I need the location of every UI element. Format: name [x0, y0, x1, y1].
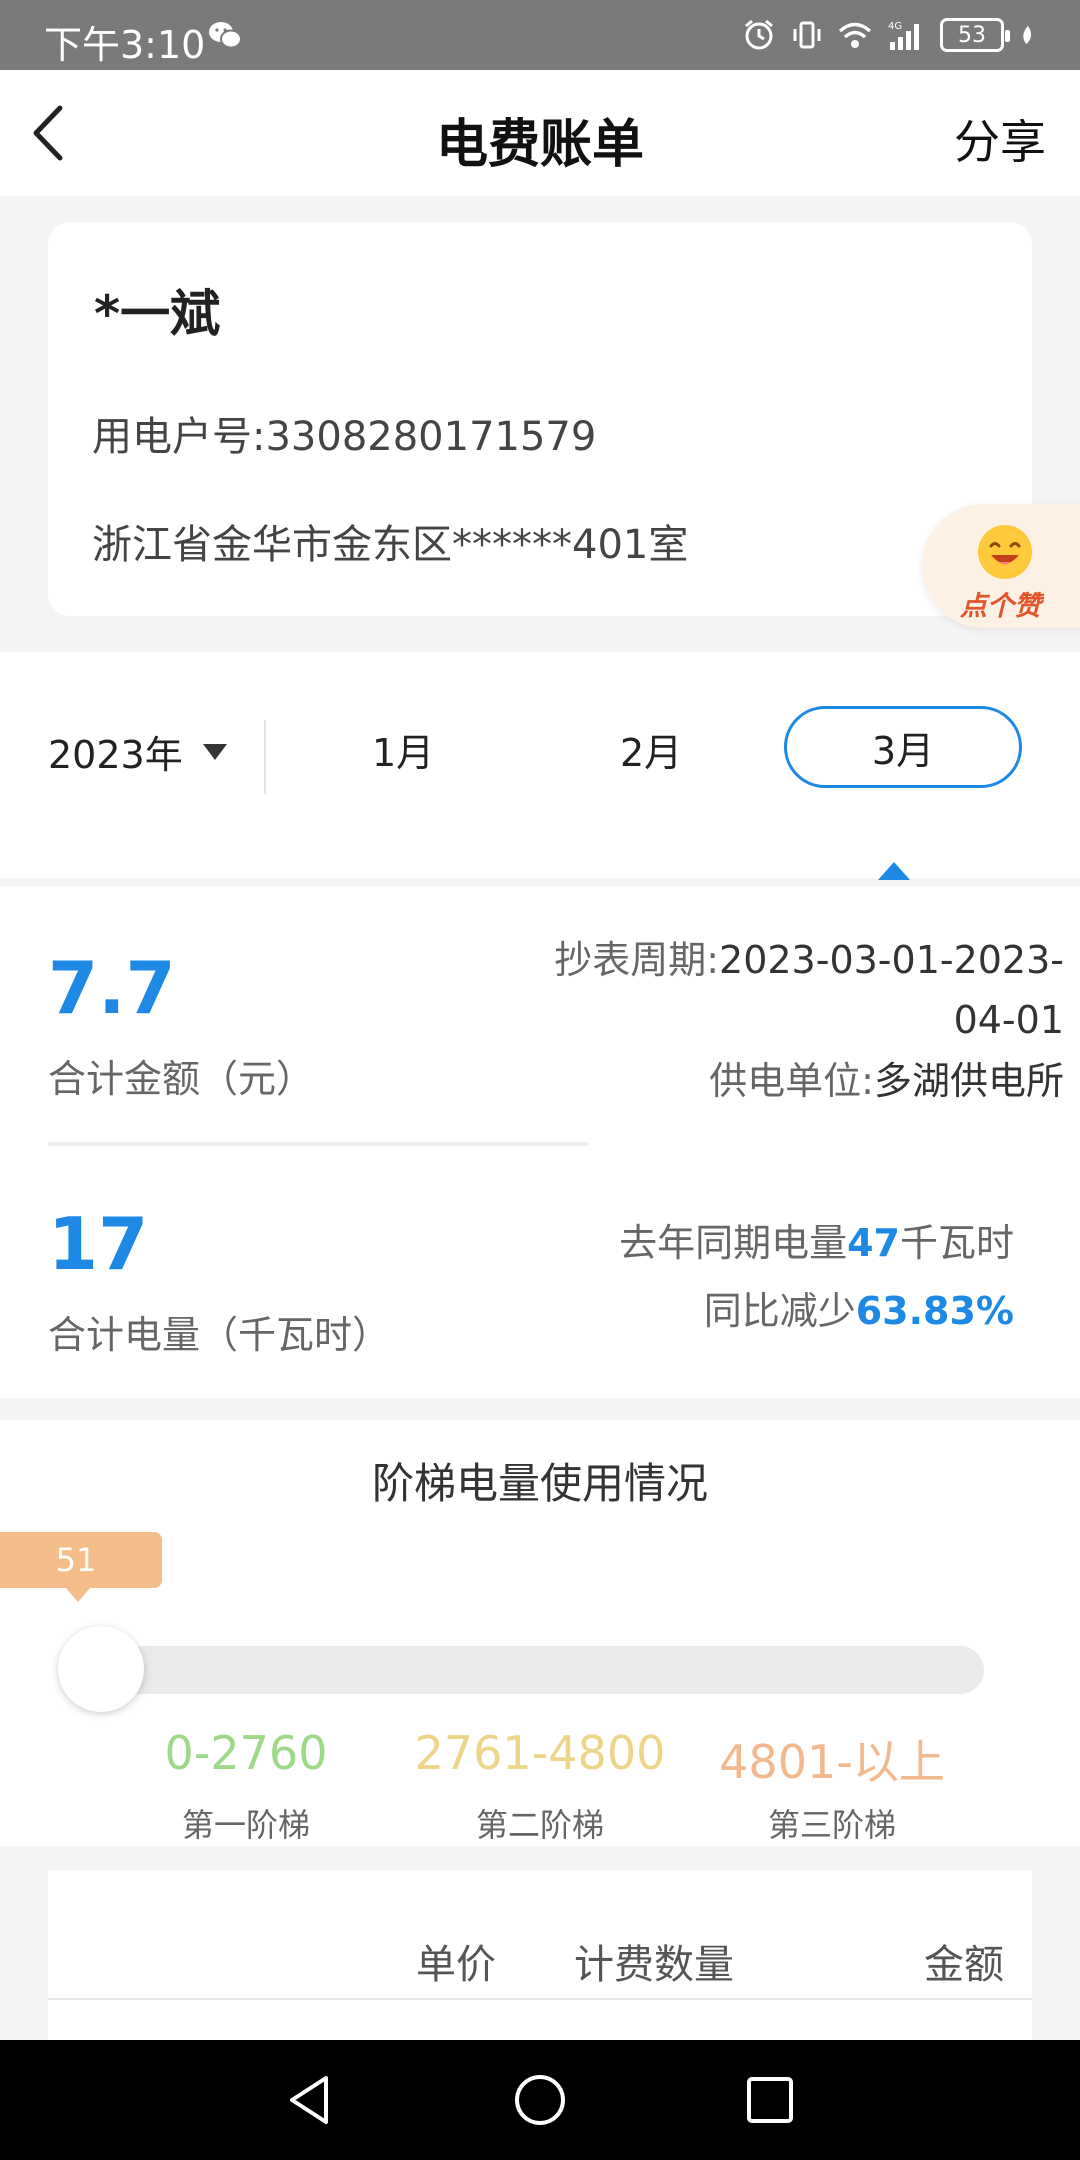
- last-year-value: 47: [847, 1221, 900, 1265]
- system-back-icon[interactable]: [282, 2072, 338, 2128]
- col-header-quantity: 计费数量: [574, 1942, 734, 1988]
- yoy-value: 63.83%: [855, 1289, 1014, 1333]
- col-header-unit-price: 单价: [416, 1942, 496, 1988]
- page-title: 电费账单: [435, 115, 644, 175]
- tier2-label: 第二阶梯: [475, 1806, 604, 1844]
- month-selector: 2023年 1月 2月 3月: [0, 652, 1080, 880]
- wechat-icon: [209, 22, 242, 49]
- tier-title: 阶梯电量使用情况: [371, 1459, 708, 1508]
- user-name: *一斌: [94, 285, 221, 343]
- system-recents-icon[interactable]: [742, 2072, 798, 2128]
- year-over-year: 同比减少63.83%: [704, 1280, 1014, 1335]
- selected-pointer-icon: [878, 862, 910, 880]
- network-type-label: 4G: [888, 21, 902, 32]
- battery-icon: 53: [940, 18, 1010, 52]
- tier3-label: 第三阶梯: [767, 1806, 896, 1844]
- like-label: 点个赞: [960, 591, 1041, 622]
- status-time: 下午3:10: [44, 23, 206, 67]
- divider: [264, 720, 266, 794]
- user-address: 浙江省金华市金东区******401室: [92, 522, 689, 568]
- bubble-tip: [66, 1588, 90, 1602]
- divider: [48, 1142, 588, 1146]
- last-year-unit: 千瓦时: [899, 1221, 1014, 1265]
- tier-usage-section: 阶梯电量使用情况 51 0-2760 2761-4800 4801-以上 第一阶…: [0, 1420, 1080, 1846]
- dropdown-triangle-icon: [202, 743, 227, 760]
- like-button[interactable]: 点个赞: [922, 504, 1080, 628]
- table-divider: [48, 1998, 1032, 2000]
- year-label: 2023年: [48, 733, 183, 777]
- tier1-label: 第一阶梯: [181, 1806, 310, 1844]
- current-value-bubble: 51: [0, 1532, 162, 1588]
- supplier-label: 供电单位:: [709, 1059, 874, 1103]
- tier-progress-track: [60, 1646, 984, 1694]
- last-year-usage: 去年同期电量47千瓦时: [619, 1212, 1014, 1267]
- total-amount-label: 合计金额（元）: [48, 1057, 315, 1101]
- tier-slider-knob: [58, 1626, 144, 1712]
- user-info-card: *一斌 用电户号:3308280171579 浙江省金华市金东区******40…: [48, 222, 1032, 616]
- tier2-range: 2761-4800: [414, 1726, 666, 1780]
- total-amount: 7.7: [48, 946, 176, 1030]
- fee-table: 单价 计费数量 金额: [48, 1870, 1032, 2040]
- supplier-value: 多湖供电所: [873, 1059, 1064, 1103]
- share-button[interactable]: 分享: [954, 106, 1046, 172]
- supplier: 供电单位:多湖供电所: [709, 1050, 1064, 1105]
- nav-bar: 电费账单 分享: [0, 70, 1080, 196]
- yoy-prefix: 同比减少: [703, 1289, 856, 1333]
- year-dropdown[interactable]: 2023年: [48, 724, 229, 779]
- status-icons: 4G 53: [742, 14, 1042, 56]
- total-kwh-label: 合计电量（千瓦时）: [48, 1313, 391, 1357]
- vibrate-icon: [793, 21, 821, 49]
- bill-summary: 7.7 合计金额（元） 抄表周期:2023-03-01-2023-04-01 供…: [0, 886, 1080, 1398]
- month-tab-feb[interactable]: 2月: [620, 722, 682, 777]
- last-year-prefix: 去年同期电量: [619, 1221, 848, 1265]
- month-tab-mar-selected[interactable]: 3月: [784, 706, 1022, 788]
- smiley-face-icon: [978, 525, 1032, 579]
- status-bar: 下午3:10 4G 53: [0, 0, 1080, 70]
- leaf-icon: [1023, 25, 1032, 45]
- tier3-range: 4801-以上: [719, 1735, 945, 1789]
- wifi-icon: [838, 22, 872, 48]
- tier1-range: 0-2760: [164, 1726, 328, 1780]
- total-kwh: 17: [48, 1202, 149, 1286]
- alarm-icon: [745, 19, 773, 50]
- month-tab-jan[interactable]: 1月: [372, 722, 434, 777]
- account-number: 用电户号:3308280171579: [92, 414, 597, 460]
- signal-icon: 4G: [888, 21, 919, 50]
- col-header-amount: 金额: [924, 1942, 1004, 1988]
- reading-period-label: 抄表周期:: [554, 938, 720, 982]
- system-nav-bar: [0, 2040, 1080, 2160]
- system-home-icon[interactable]: [512, 2072, 568, 2128]
- reading-period-value: 2023-03-01-2023-04-01: [719, 938, 1064, 1042]
- reading-period: 抄表周期:2023-03-01-2023-04-01: [504, 930, 1064, 1050]
